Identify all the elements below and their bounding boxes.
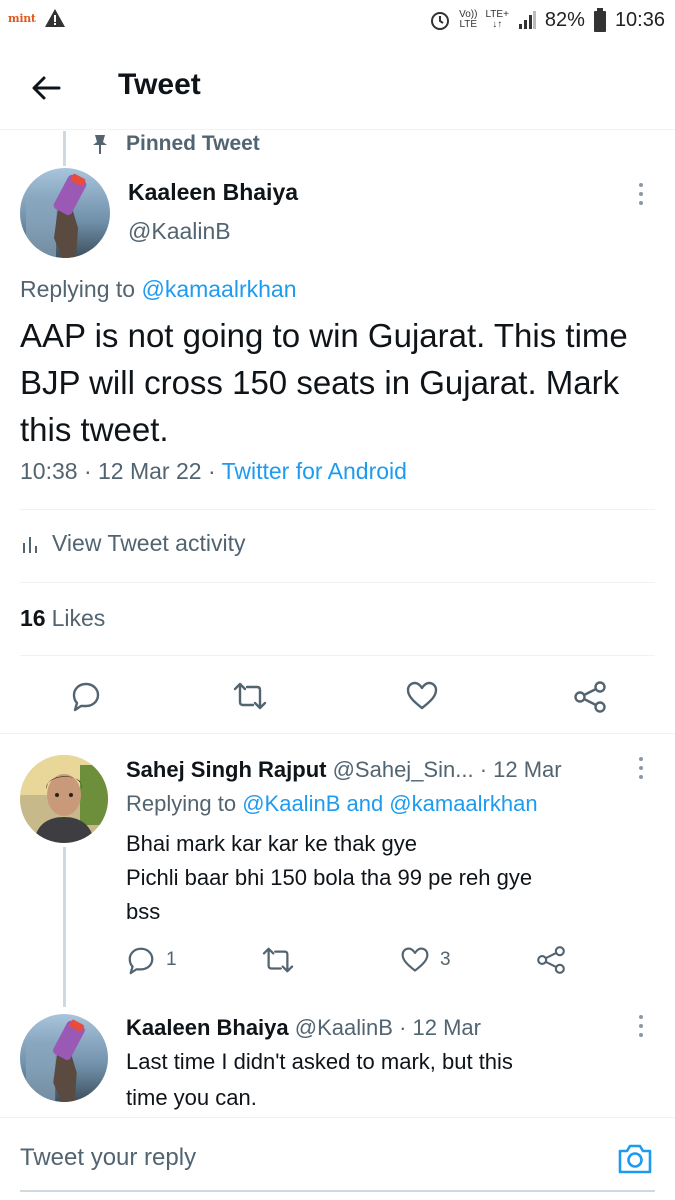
share-button[interactable]	[573, 680, 607, 714]
likes-number: 16	[20, 605, 46, 631]
lte-indicator: LTE+ ↓↑	[485, 9, 509, 30]
thread-connector	[63, 847, 66, 1007]
heart-icon	[406, 681, 438, 710]
retweet-button[interactable]	[261, 945, 295, 975]
reply-header: Kaaleen Bhaiya @KaalinB · 12 Mar	[126, 1015, 481, 1041]
reply-icon	[128, 947, 154, 975]
view-tweet-activity-label: View Tweet activity	[52, 530, 246, 556]
like-button[interactable]: 3	[400, 945, 451, 975]
page-title: Tweet	[118, 68, 201, 101]
more-options-icon[interactable]	[637, 183, 645, 209]
reply-button[interactable]	[70, 680, 102, 712]
view-tweet-activity[interactable]: View Tweet activity	[22, 530, 245, 557]
pinned-indicator: Pinned Tweet	[92, 131, 260, 157]
reply-icon	[72, 682, 100, 712]
reply-header: Sahej Singh Rajput @Sahej_Sin... · 12 Ma…	[126, 757, 562, 783]
pin-icon	[93, 135, 107, 154]
reply-date: · 12 Mar	[479, 757, 562, 782]
heart-icon	[401, 947, 429, 972]
divider	[20, 655, 655, 656]
likes-label: Likes	[51, 605, 106, 631]
avatar[interactable]	[20, 168, 110, 258]
signal-icon	[518, 11, 536, 29]
reply-text: Bhai mark kar kar ke thak gye Pichli baa…	[126, 831, 533, 924]
replying-to: Replying to @kamaalrkhan	[20, 276, 297, 302]
tweet-meta: 10:38 · 12 Mar 22 · Twitter for Android	[20, 458, 407, 485]
reply-input[interactable]	[20, 1144, 580, 1172]
camera-icon	[618, 1144, 652, 1174]
status-bar: mint Vo)) LTE LTE+ ↓↑ 82% 10:36	[0, 0, 675, 44]
share-icon	[537, 946, 565, 974]
reply-button[interactable]: 1	[126, 945, 177, 975]
tweet-text: AAP is not going to win Gujarat. This ti…	[20, 317, 628, 448]
camera-button[interactable]	[616, 1140, 654, 1178]
warning-icon	[44, 9, 65, 27]
tweet-source-link[interactable]: Twitter for Android	[222, 458, 407, 484]
author-handle[interactable]: @KaalinB	[128, 218, 231, 245]
divider	[20, 582, 655, 583]
retweet-button[interactable]	[232, 680, 268, 712]
alarm-icon	[431, 12, 450, 30]
reply-author-handle[interactable]: @Sahej_Sin...	[333, 757, 474, 782]
clock: 10:36	[614, 8, 665, 31]
reply-date: · 12 Mar	[399, 1015, 481, 1040]
volte-indicator: Vo)) LTE	[459, 9, 478, 30]
more-options-icon[interactable]	[637, 757, 645, 783]
top-app-bar: Tweet	[0, 44, 675, 130]
avatar[interactable]	[20, 1014, 108, 1102]
replying-to: Replying to @KaalinB and @kamaalrkhan	[126, 791, 538, 816]
avatar-image	[20, 168, 110, 258]
battery-icon	[593, 8, 606, 32]
thread-connector	[63, 131, 66, 166]
pinned-label: Pinned Tweet	[126, 132, 260, 155]
replying-to-link[interactable]: @kamaalrkhan	[141, 276, 296, 302]
share-button[interactable]	[536, 945, 566, 975]
author-name[interactable]: Kaaleen Bhaiya	[128, 179, 298, 206]
retweet-icon	[262, 947, 294, 973]
divider	[0, 733, 675, 734]
reply-author-name[interactable]: Sahej Singh Rajput	[126, 757, 326, 782]
reply-author-handle[interactable]: @KaalinB	[295, 1015, 393, 1040]
avatar[interactable]	[20, 755, 108, 843]
retweet-icon	[233, 682, 267, 710]
avatar-image	[20, 755, 108, 843]
reply-text: Last time I didn't asked to mark, but th…	[126, 1049, 513, 1110]
reply-author-name[interactable]: Kaaleen Bhaiya	[126, 1015, 289, 1040]
avatar-image	[20, 1014, 108, 1102]
like-button[interactable]	[405, 680, 439, 712]
replying-to-link[interactable]: @KaalinB and @kamaalrkhan	[242, 791, 537, 816]
like-count: 3	[440, 949, 451, 970]
battery-percent: 82%	[544, 8, 585, 31]
compose-bar	[0, 1117, 675, 1200]
tweet-timestamp: 10:38 · 12 Mar 22 ·	[20, 458, 216, 484]
likes-count[interactable]: 16 Likes	[20, 605, 105, 632]
share-icon	[574, 681, 606, 713]
reply-count: 1	[166, 949, 177, 970]
back-arrow-icon	[32, 76, 61, 100]
analytics-icon	[23, 536, 37, 553]
divider	[20, 509, 655, 510]
compose-underline	[20, 1190, 655, 1192]
more-options-icon[interactable]	[637, 1015, 645, 1041]
mint-app-logo: mint	[8, 11, 36, 25]
back-button[interactable]	[26, 68, 66, 108]
